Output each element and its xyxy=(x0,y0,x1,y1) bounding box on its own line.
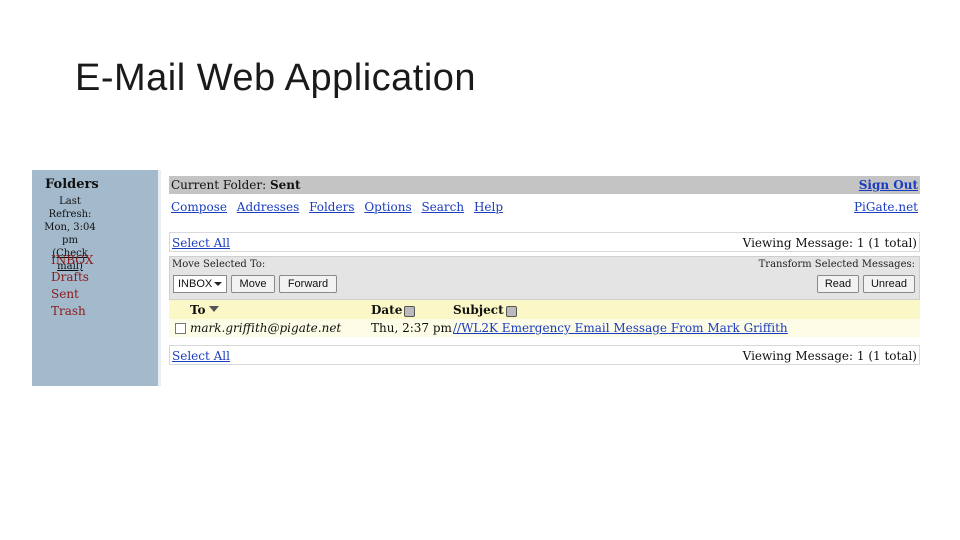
message-row[interactable]: mark.griffith@pigate.net Thu, 2:37 pm //… xyxy=(169,319,920,337)
current-folder-name: Sent xyxy=(269,178,301,192)
column-subject[interactable]: Subject xyxy=(453,303,517,317)
top-selection-bar: Select All Viewing Message: 1 (1 total) xyxy=(169,232,920,252)
nav-addresses[interactable]: Addresses xyxy=(237,200,299,214)
sidebar-divider xyxy=(158,170,161,386)
mark-read-button[interactable]: Read xyxy=(817,275,859,293)
slide-title: E-Mail Web Application xyxy=(75,57,477,99)
folder-select[interactable]: INBOX xyxy=(173,275,227,293)
sort-descending-icon xyxy=(208,306,219,312)
forward-button[interactable]: Forward xyxy=(279,275,337,293)
last-refresh-label: Last Refresh: xyxy=(48,196,92,220)
nav-folders[interactable]: Folders xyxy=(309,200,354,214)
column-to-label: To xyxy=(190,303,206,317)
column-date-label: Date xyxy=(371,303,403,317)
message-date: Thu, 2:37 pm xyxy=(371,321,452,335)
email-app-screenshot: Folders Last Refresh: Mon, 3:04 pm (Chec… xyxy=(32,170,927,386)
last-refresh-time: Mon, 3:04 pm xyxy=(44,222,96,246)
bottom-selection-bar: Select All Viewing Message: 1 (1 total) xyxy=(169,345,920,365)
move-button[interactable]: Move xyxy=(231,275,275,293)
column-date[interactable]: Date xyxy=(371,303,416,317)
site-link[interactable]: PiGate.net xyxy=(854,200,918,214)
column-to[interactable]: To xyxy=(190,303,219,317)
nav-options[interactable]: Options xyxy=(364,200,411,214)
folder-trash[interactable]: Trash xyxy=(51,303,93,320)
sign-out-link[interactable]: Sign Out xyxy=(859,178,918,192)
sort-icon xyxy=(505,306,517,317)
mark-unread-button[interactable]: Unread xyxy=(863,275,915,293)
folder-select-value: INBOX xyxy=(178,278,213,290)
folder-list: INBOX Drafts Sent Trash xyxy=(51,252,93,320)
nav-help[interactable]: Help xyxy=(474,200,503,214)
message-to: mark.griffith@pigate.net xyxy=(190,321,342,335)
message-list-header: To Date Subject xyxy=(169,300,920,319)
folder-sidebar: Folders Last Refresh: Mon, 3:04 pm (Chec… xyxy=(32,170,158,386)
sort-icon xyxy=(404,306,416,317)
nav-links: Compose Addresses Folders Options Search… xyxy=(171,200,509,214)
message-subject-link[interactable]: //WL2K Emergency Email Message From Mark… xyxy=(453,321,788,335)
main-pane: Current Folder: Sent Sign Out Compose Ad… xyxy=(169,176,920,386)
select-all-link[interactable]: Select All xyxy=(172,349,230,363)
column-subject-label: Subject xyxy=(453,303,504,317)
folder-sent[interactable]: Sent xyxy=(51,286,93,303)
move-selected-label: Move Selected To: xyxy=(172,259,266,270)
folders-heading: Folders xyxy=(45,177,99,192)
message-checkbox[interactable] xyxy=(175,323,186,334)
current-folder: Current Folder: Sent xyxy=(171,178,301,192)
select-all-link[interactable]: Select All xyxy=(172,236,230,250)
chevron-down-icon xyxy=(214,282,222,286)
nav-search[interactable]: Search xyxy=(421,200,464,214)
viewing-status: Viewing Message: 1 (1 total) xyxy=(742,349,917,363)
folder-header: Current Folder: Sent Sign Out xyxy=(169,176,920,194)
message-actions-toolbar: Move Selected To: Transform Selected Mes… xyxy=(169,256,920,300)
transform-selected-label: Transform Selected Messages: xyxy=(758,259,915,270)
viewing-status: Viewing Message: 1 (1 total) xyxy=(742,236,917,250)
folder-drafts[interactable]: Drafts xyxy=(51,269,93,286)
current-folder-label: Current Folder: xyxy=(171,178,267,192)
nav-compose[interactable]: Compose xyxy=(171,200,227,214)
folder-inbox[interactable]: INBOX xyxy=(51,252,93,269)
